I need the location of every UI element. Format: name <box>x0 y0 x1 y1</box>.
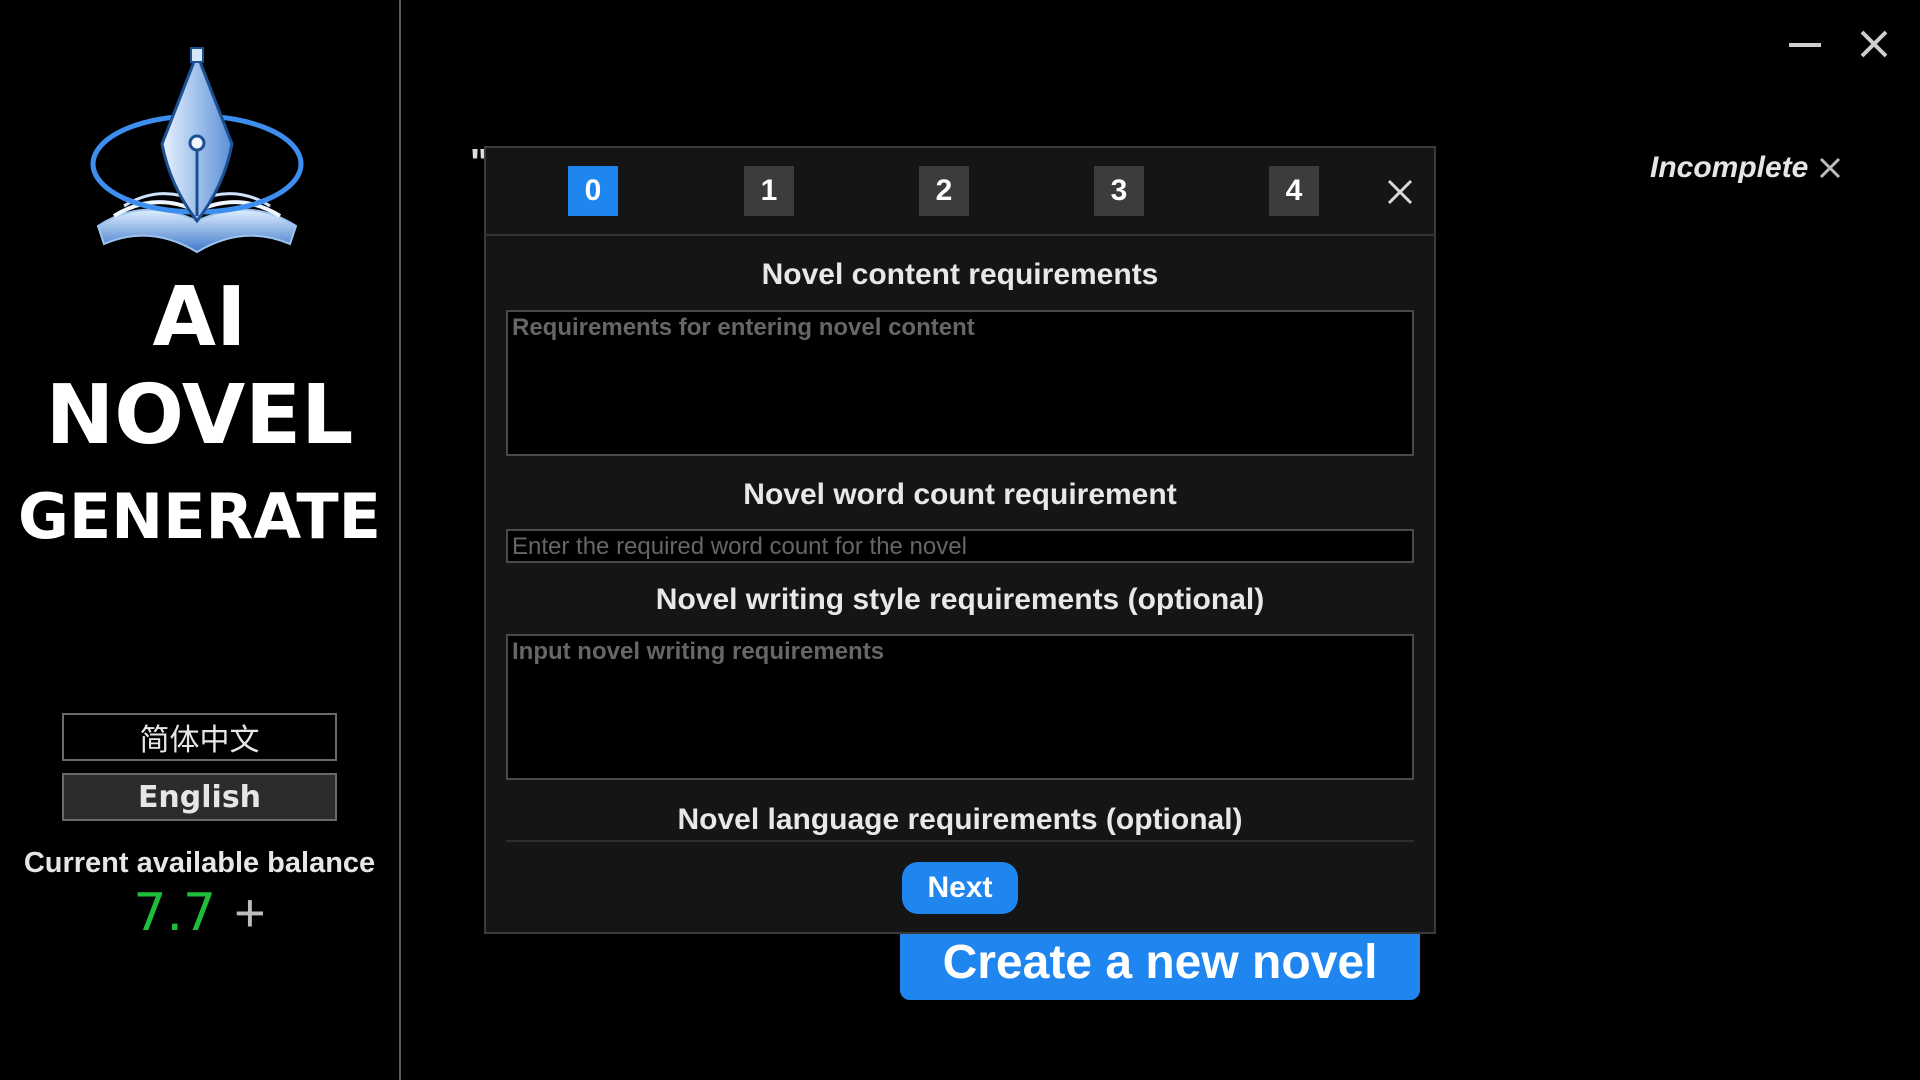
modal-header: 0 1 2 3 4 <box>486 148 1434 236</box>
add-balance-plus-icon[interactable]: + <box>234 886 266 940</box>
next-button[interactable]: Next <box>902 862 1018 914</box>
balance-value: 7.7 <box>133 883 217 943</box>
language-chinese-button[interactable]: 简体中文 <box>62 713 337 761</box>
step-tab-1[interactable]: 1 <box>744 166 794 216</box>
step-tab-0[interactable]: 0 <box>568 166 618 216</box>
language-english-button[interactable]: English <box>62 773 337 821</box>
sidebar: AI NOVEL GENERATE 简体中文 English Current a… <box>0 0 401 1080</box>
app-window: AI NOVEL GENERATE 简体中文 English Current a… <box>0 0 1920 1080</box>
create-new-novel-button[interactable]: Create a new novel <box>900 924 1420 1000</box>
novel-setup-modal: 0 1 2 3 4 Novel content requirements Req… <box>484 146 1436 934</box>
balance-label: Current available balance <box>23 847 376 879</box>
pen-nib-book-logo <box>90 47 304 254</box>
step-tab-3[interactable]: 3 <box>1094 166 1144 216</box>
status-text: Incomplete <box>1650 151 1809 184</box>
writing-style-title: Novel writing style requirements (option… <box>655 583 1265 616</box>
content-requirements-input[interactable]: Requirements for entering novel content <box>506 310 1414 456</box>
step-tab-4[interactable]: 4 <box>1269 166 1319 216</box>
brand-title-generate: GENERATE <box>17 480 382 553</box>
content-requirements-title: Novel content requirements <box>761 258 1159 291</box>
close-status-icon[interactable] <box>1818 156 1842 180</box>
word-count-input[interactable]: Enter the required word count for the no… <box>506 529 1414 563</box>
status-indicator: Incomplete <box>1650 148 1842 188</box>
minimize-icon[interactable] <box>1789 43 1821 47</box>
brand-title-ai: AI <box>152 270 247 365</box>
step-tab-2[interactable]: 2 <box>919 166 969 216</box>
language-requirements-title: Novel language requirements (optional) <box>677 803 1243 836</box>
word-count-title: Novel word count requirement <box>743 478 1177 511</box>
language-requirements-input[interactable] <box>506 840 1414 842</box>
writing-style-input[interactable]: Input novel writing requirements <box>506 634 1414 780</box>
close-modal-icon[interactable] <box>1386 178 1414 206</box>
brand-title-novel: NOVEL <box>45 368 354 463</box>
balance-row: 7.7 + <box>0 883 399 943</box>
close-window-icon[interactable] <box>1858 28 1890 60</box>
